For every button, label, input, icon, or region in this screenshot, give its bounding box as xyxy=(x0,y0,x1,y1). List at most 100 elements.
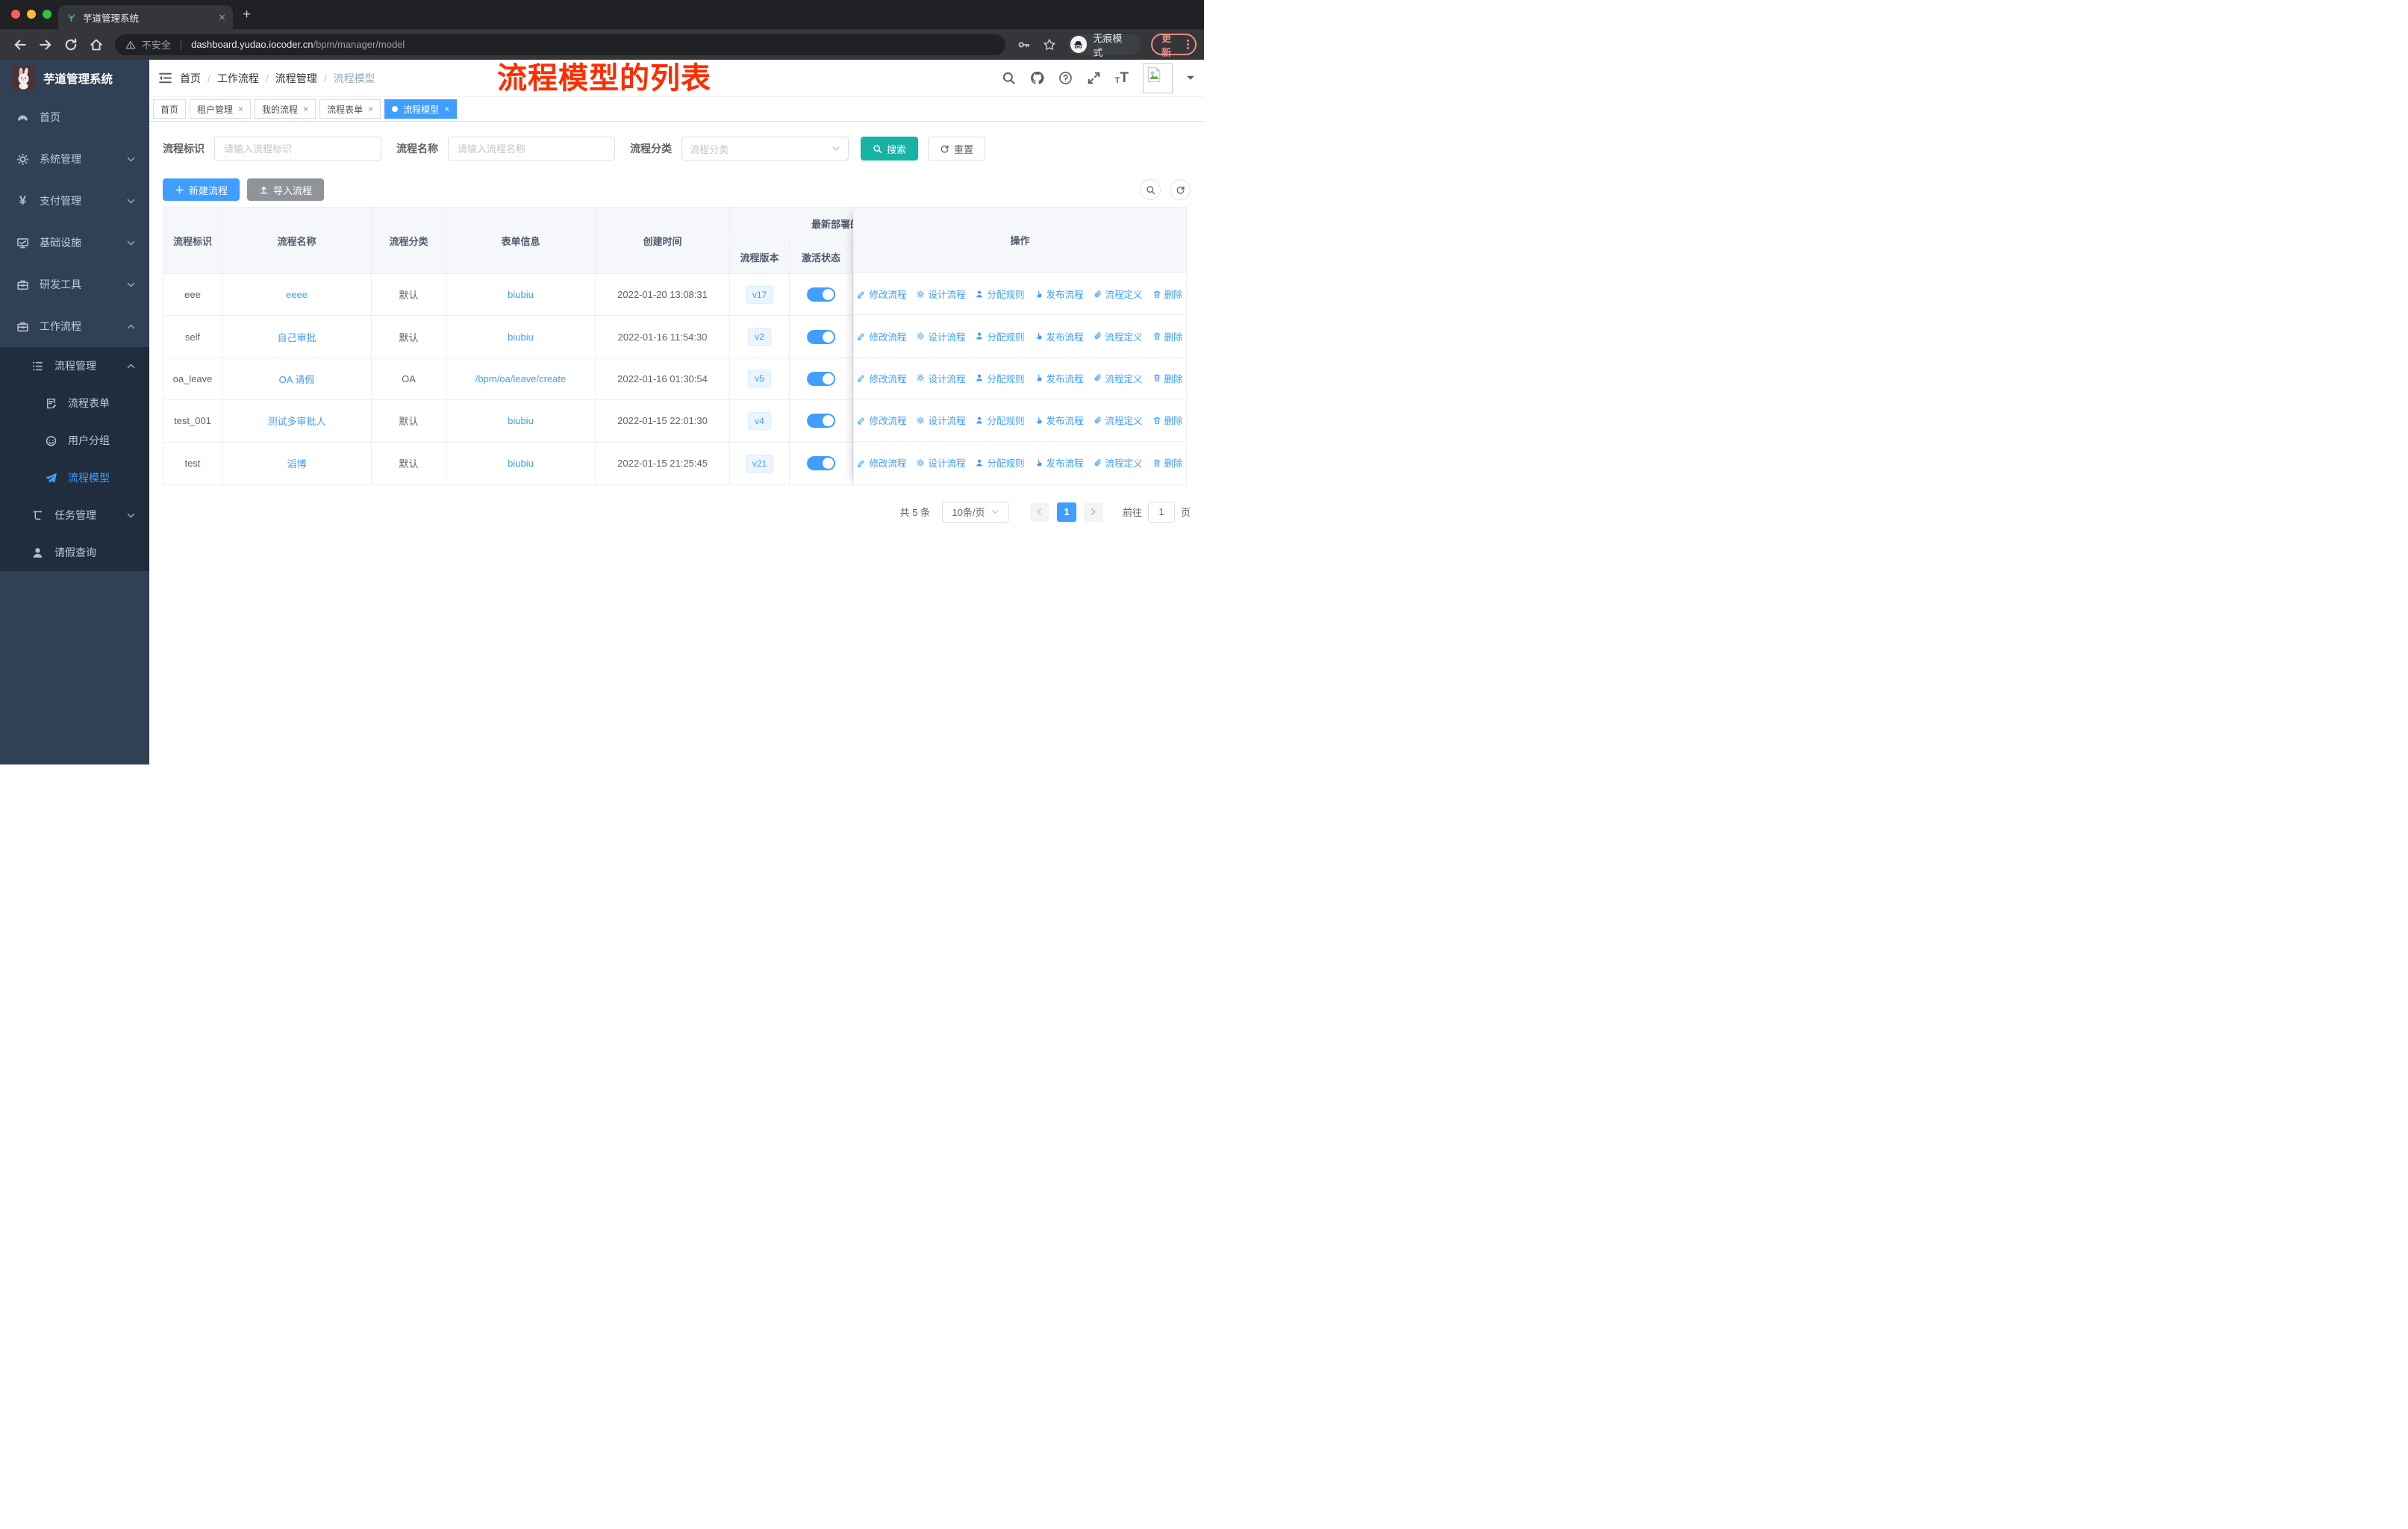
model-name-link[interactable]: 滔博 xyxy=(287,456,306,470)
form-info-link[interactable]: biubiu xyxy=(508,458,534,469)
tag-close-icon[interactable]: × xyxy=(303,104,308,114)
tag-process-model[interactable]: 流程模型 × xyxy=(384,99,458,119)
tag-home[interactable]: 首页 xyxy=(153,99,187,119)
sidebar-item-payment[interactable]: ¥ 支付管理 xyxy=(0,180,149,222)
tag-close-icon[interactable]: × xyxy=(238,104,243,114)
sidebar-item-leave-query[interactable]: 请假查询 xyxy=(0,534,149,571)
sidebar-item-process-form[interactable]: 流程表单 xyxy=(0,384,149,422)
browser-tab[interactable]: 芋道管理系统 × xyxy=(58,5,233,29)
model-name-link[interactable]: 测试多审批人 xyxy=(267,414,325,428)
publish-process-link[interactable]: 发布流程 xyxy=(1035,413,1084,427)
publish-process-link[interactable]: 发布流程 xyxy=(1035,371,1084,385)
model-name-input[interactable] xyxy=(448,137,615,161)
sidebar-item-process-management[interactable]: 流程管理 xyxy=(0,347,149,384)
design-process-link[interactable]: 设计流程 xyxy=(916,455,965,470)
process-definition-link[interactable]: 流程定义 xyxy=(1094,413,1143,427)
assign-rule-link[interactable]: 分配规则 xyxy=(975,413,1025,427)
page-number-button[interactable]: 1 xyxy=(1056,502,1076,522)
fullscreen-icon[interactable] xyxy=(1087,71,1101,85)
edit-process-link[interactable]: 修改流程 xyxy=(857,287,906,301)
reset-button[interactable]: 重置 xyxy=(928,137,986,161)
search-button[interactable]: 搜索 xyxy=(861,137,919,161)
process-definition-link[interactable]: 流程定义 xyxy=(1094,371,1143,385)
version-badge[interactable]: v2 xyxy=(748,328,771,346)
browser-update-button[interactable]: 更新 xyxy=(1151,33,1197,58)
active-toggle[interactable] xyxy=(807,371,835,386)
new-tab-button[interactable]: + xyxy=(243,7,251,22)
bookmark-star-icon[interactable] xyxy=(1043,38,1056,52)
assign-rule-link[interactable]: 分配规则 xyxy=(975,371,1025,385)
active-toggle[interactable] xyxy=(807,287,835,302)
password-key-icon[interactable] xyxy=(1017,38,1031,52)
search-icon[interactable] xyxy=(1002,71,1016,85)
back-icon[interactable] xyxy=(13,37,28,52)
minimize-window-button[interactable] xyxy=(27,10,36,19)
prev-page-button[interactable] xyxy=(1029,502,1049,522)
browser-menu-icon[interactable] xyxy=(1187,38,1190,51)
model-key-input[interactable] xyxy=(214,137,381,161)
tag-close-icon[interactable]: × xyxy=(444,104,449,114)
assign-rule-link[interactable]: 分配规则 xyxy=(975,287,1025,301)
sidebar-collapse-icon[interactable] xyxy=(158,71,172,85)
refresh-icon[interactable] xyxy=(63,37,78,52)
address-bar[interactable]: 不安全 | dashboard.yudao.iocoder.cn/bpm/man… xyxy=(114,34,1005,55)
category-select[interactable]: 流程分类 xyxy=(681,137,849,161)
delete-link[interactable]: 删除 xyxy=(1152,329,1183,343)
tag-my-process[interactable]: 我的流程 × xyxy=(255,99,316,119)
process-definition-link[interactable]: 流程定义 xyxy=(1094,455,1143,470)
breadcrumb-process-management[interactable]: 流程管理 xyxy=(275,71,317,86)
help-icon[interactable] xyxy=(1058,71,1073,85)
github-icon[interactable] xyxy=(1030,71,1044,85)
edit-process-link[interactable]: 修改流程 xyxy=(857,371,906,385)
design-process-link[interactable]: 设计流程 xyxy=(916,371,965,385)
delete-link[interactable]: 删除 xyxy=(1152,455,1183,470)
edit-process-link[interactable]: 修改流程 xyxy=(857,413,906,427)
sidebar-item-task-management[interactable]: 任务管理 xyxy=(0,496,149,534)
sidebar-item-system[interactable]: 系统管理 xyxy=(0,138,149,180)
tag-tenant[interactable]: 租户管理 × xyxy=(190,99,252,119)
page-size-select[interactable]: 10条/页 xyxy=(941,501,1009,523)
model-name-link[interactable]: eeee xyxy=(286,289,308,300)
goto-page-input[interactable] xyxy=(1147,501,1175,523)
process-definition-link[interactable]: 流程定义 xyxy=(1094,329,1143,343)
version-badge[interactable]: v17 xyxy=(745,285,774,304)
edit-process-link[interactable]: 修改流程 xyxy=(857,455,906,470)
version-badge[interactable]: v21 xyxy=(745,454,774,473)
publish-process-link[interactable]: 发布流程 xyxy=(1035,287,1084,301)
process-definition-link[interactable]: 流程定义 xyxy=(1094,287,1143,301)
form-info-link[interactable]: biubiu xyxy=(508,331,534,343)
maximize-window-button[interactable] xyxy=(43,10,52,19)
sidebar-item-devtools[interactable]: 研发工具 xyxy=(0,264,149,305)
delete-link[interactable]: 删除 xyxy=(1152,371,1183,385)
import-process-button[interactable]: 导入流程 xyxy=(247,178,325,201)
active-toggle[interactable] xyxy=(807,414,835,429)
forward-icon[interactable] xyxy=(38,37,53,52)
publish-process-link[interactable]: 发布流程 xyxy=(1035,455,1084,470)
sidebar-item-infrastructure[interactable]: 基础设施 xyxy=(0,222,149,264)
delete-link[interactable]: 删除 xyxy=(1152,287,1183,301)
form-info-link[interactable]: /bpm/oa/leave/create xyxy=(475,373,566,384)
form-info-link[interactable]: biubiu xyxy=(508,415,534,426)
sidebar-item-home[interactable]: 首页 xyxy=(0,96,149,138)
tab-close-icon[interactable]: × xyxy=(219,12,225,23)
version-badge[interactable]: v4 xyxy=(748,411,771,430)
create-process-button[interactable]: 新建流程 xyxy=(163,178,240,201)
publish-process-link[interactable]: 发布流程 xyxy=(1035,329,1084,343)
close-window-button[interactable] xyxy=(11,10,20,19)
next-page-button[interactable] xyxy=(1083,502,1103,522)
font-size-icon[interactable]: TT xyxy=(1115,71,1129,85)
breadcrumb-workflow[interactable]: 工作流程 xyxy=(217,71,259,86)
model-name-link[interactable]: 自己审批 xyxy=(277,330,316,344)
active-toggle[interactable] xyxy=(807,456,835,471)
breadcrumb-home[interactable]: 首页 xyxy=(180,71,201,86)
sidebar-item-workflow[interactable]: 工作流程 xyxy=(0,305,149,347)
show-search-toggle-button[interactable] xyxy=(1140,179,1161,200)
assign-rule-link[interactable]: 分配规则 xyxy=(975,455,1025,470)
active-toggle[interactable] xyxy=(807,329,835,344)
sidebar-item-user-group[interactable]: 用户分组 xyxy=(0,422,149,459)
design-process-link[interactable]: 设计流程 xyxy=(916,413,965,427)
design-process-link[interactable]: 设计流程 xyxy=(916,287,965,301)
design-process-link[interactable]: 设计流程 xyxy=(916,329,965,343)
avatar[interactable] xyxy=(1143,63,1173,93)
sidebar-item-process-model[interactable]: 流程模型 xyxy=(0,459,149,496)
